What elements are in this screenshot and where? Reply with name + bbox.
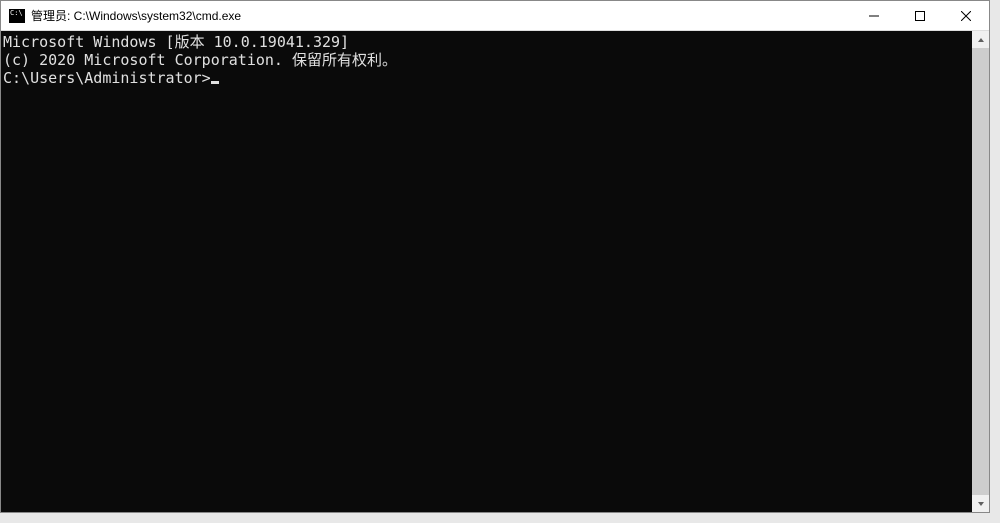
- vertical-scrollbar[interactable]: [972, 31, 989, 512]
- output-line: Microsoft Windows [版本 10.0.19041.329]: [3, 33, 970, 51]
- prompt-text: C:\Users\Administrator>: [3, 69, 211, 87]
- maximize-button[interactable]: [897, 1, 943, 30]
- window-title: 管理员: C:\Windows\system32\cmd.exe: [31, 7, 851, 24]
- minimize-button[interactable]: [851, 1, 897, 30]
- scroll-down-button[interactable]: [972, 495, 989, 512]
- maximize-icon: [915, 11, 925, 21]
- scroll-track[interactable]: [972, 48, 989, 495]
- prompt-line: C:\Users\Administrator>: [3, 69, 970, 87]
- cursor: [211, 81, 219, 84]
- cmd-window: 管理员: C:\Windows\system32\cmd.exe Microso…: [0, 0, 990, 513]
- output-line: (c) 2020 Microsoft Corporation. 保留所有权利。: [3, 51, 970, 69]
- terminal-output[interactable]: Microsoft Windows [版本 10.0.19041.329](c)…: [1, 31, 972, 512]
- close-button[interactable]: [943, 1, 989, 30]
- scroll-up-button[interactable]: [972, 31, 989, 48]
- close-icon: [961, 11, 971, 21]
- cmd-icon: [9, 9, 25, 23]
- scroll-thumb[interactable]: [972, 48, 989, 495]
- terminal-area: Microsoft Windows [版本 10.0.19041.329](c)…: [1, 31, 989, 512]
- minimize-icon: [869, 11, 879, 21]
- window-controls: [851, 1, 989, 30]
- chevron-up-icon: [977, 36, 985, 44]
- chevron-down-icon: [977, 500, 985, 508]
- titlebar[interactable]: 管理员: C:\Windows\system32\cmd.exe: [1, 1, 989, 31]
